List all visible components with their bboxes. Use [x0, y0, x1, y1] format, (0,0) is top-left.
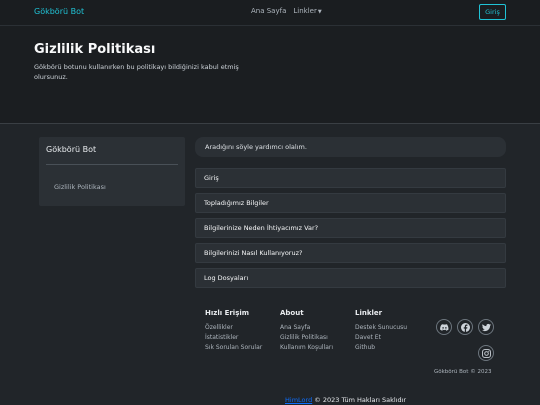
brand-link[interactable]: Gökbörü Bot: [34, 7, 84, 16]
accordion-item-how-used[interactable]: Bilgilerinizi Nasıl Kullanıyoruz?: [195, 243, 506, 263]
navbar: Gökbörü Bot Ana Sayfa Linkler▼ Giriş: [0, 0, 540, 26]
author-link[interactable]: HimLord: [285, 396, 312, 404]
nav-link-home[interactable]: Ana Sayfa: [251, 7, 286, 15]
facebook-button[interactable]: [457, 319, 473, 335]
footer-link-support-server[interactable]: Destek Sunucusu: [355, 323, 407, 333]
footer-copyright-small: Gökbörü Bot © 2023: [434, 369, 492, 375]
discord-icon: [439, 323, 448, 331]
footer-link-invite[interactable]: Davet Et: [355, 333, 407, 343]
twitter-button[interactable]: [478, 319, 494, 335]
footer-link-stats[interactable]: İstatistikler: [205, 333, 262, 343]
sidebar-title: Gökbörü Bot: [46, 145, 97, 154]
help-alert: Aradığını söyle yardımcı olalım.: [195, 137, 506, 157]
footer-column-about: About Ana Sayfa Gizlilik Politikası Kull…: [280, 309, 333, 353]
footer-link-github[interactable]: Github: [355, 343, 407, 353]
footer-link-privacy[interactable]: Gizlilik Politikası: [280, 333, 333, 343]
accordion-item-log-files[interactable]: Log Dosyaları: [195, 268, 506, 288]
footer-link-features[interactable]: Özellikler: [205, 323, 262, 333]
twitter-icon: [481, 323, 491, 331]
footer-link-home[interactable]: Ana Sayfa: [280, 323, 333, 333]
footer-column-title: Hızlı Erişim: [205, 309, 250, 317]
page-subtitle: Gökbörü botunu kullanırken bu politikayı…: [34, 63, 239, 81]
instagram-button[interactable]: [478, 345, 494, 361]
accordion-item-collected-info[interactable]: Topladığımız Bilgiler: [195, 193, 506, 213]
footer-link-terms[interactable]: Kullanım Koşulları: [280, 343, 333, 353]
facebook-icon: [460, 322, 470, 332]
footer-link-faq[interactable]: Sık Sorulan Sorular: [205, 343, 262, 353]
nav-links: Ana Sayfa Linkler▼: [251, 7, 322, 15]
discord-button[interactable]: [436, 319, 452, 335]
sidebar-item-privacy[interactable]: Gizlilik Politikası: [54, 183, 106, 191]
instagram-icon: [481, 348, 491, 358]
sidebar-card: Gökbörü Bot Gizlilik Politikası: [39, 137, 185, 206]
copyright-text: © 2023 Tüm Hakları Saklıdır: [312, 396, 407, 404]
footer-column-title: About: [280, 309, 304, 317]
caret-down-icon: ▼: [317, 9, 322, 15]
footer-column-title: Linkler: [355, 309, 383, 317]
accordion-item-why-needed[interactable]: Bilgilerinize Neden İhtiyacımız Var?: [195, 218, 506, 238]
page-title: Gizlilik Politikası: [34, 42, 156, 57]
sidebar-divider: [46, 164, 178, 165]
footer-column-quick-access: Hızlı Erişim Özellikler İstatistikler Sı…: [205, 309, 262, 353]
nav-link-links-dropdown[interactable]: Linkler▼: [293, 7, 321, 15]
login-button[interactable]: Giriş: [479, 4, 506, 20]
footer-copyright: HimLord © 2023 Tüm Hakları Saklıdır: [285, 396, 406, 404]
footer-column-links: Linkler Destek Sunucusu Davet Et Github: [355, 309, 407, 353]
nav-link-links-label: Linkler: [293, 7, 317, 15]
accordion-item-intro[interactable]: Giriş: [195, 168, 506, 188]
